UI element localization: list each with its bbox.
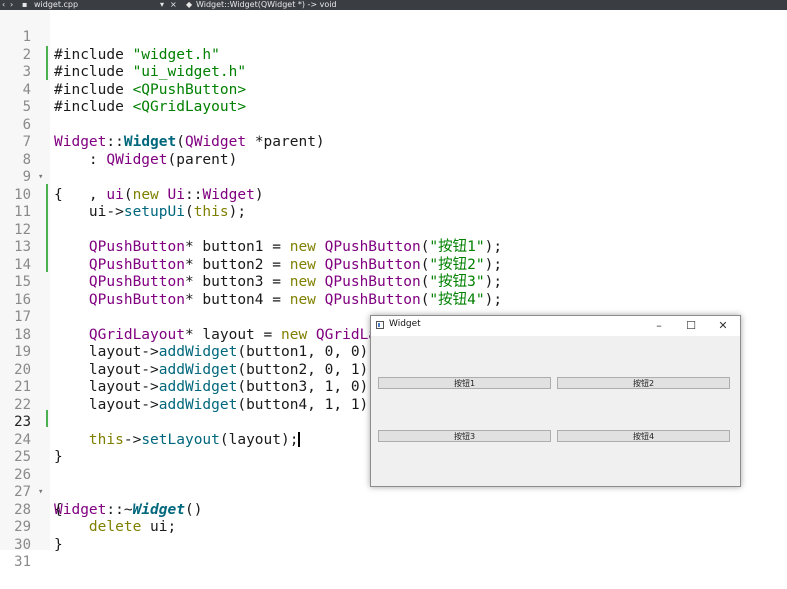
- code-line: 6 Widget::Widget(QWidget *parent): [0, 100, 787, 150]
- code-line: 9 {: [0, 152, 787, 202]
- symbol-icon: ◆: [186, 0, 193, 9]
- code-line: 8 ▾ , ui(new Ui::Widget): [0, 135, 787, 203]
- code-line: 4 #include <QGridLayout>: [0, 65, 787, 115]
- code-line: 7 : QWidget(parent): [0, 117, 787, 167]
- line-number: 31: [14, 554, 31, 571]
- app-window-icon: [376, 321, 384, 329]
- close-tab-icon[interactable]: ×: [170, 0, 177, 10]
- push-button-3[interactable]: 按钮3: [378, 430, 551, 442]
- minimize-button[interactable]: –: [651, 318, 667, 334]
- code-line: 10 ui->setupUi(this);: [0, 170, 787, 220]
- code-line: 13 QPushButton* button2 = new QPushButto…: [0, 222, 787, 272]
- maximize-button[interactable]: ☐: [683, 318, 699, 334]
- nav-back-icon[interactable]: ‹: [2, 0, 5, 10]
- code-line: 11: [0, 187, 787, 220]
- code-line: 14 QPushButton* button3 = new QPushButto…: [0, 240, 787, 290]
- code-line: 2 #include "ui_widget.h": [0, 30, 787, 80]
- code-line: 12 QPushButton* button1 = new QPushButto…: [0, 205, 787, 255]
- code-line: 1 #include "widget.h": [0, 12, 787, 62]
- code-line: 5: [0, 82, 787, 115]
- widget-window[interactable]: Widget – ☐ ✕ 按钮1 按钮2 按钮3 按钮4: [370, 315, 741, 487]
- editor-tab-bar: ‹ › ▪ widget.cpp ▾ × ◆ Widget::Widget(QW…: [0, 0, 787, 10]
- code-line: 17 QGridLayout* layout = new QGridLayout…: [0, 292, 787, 342]
- code-line: 29 }: [0, 502, 787, 552]
- code-line: 16: [0, 275, 787, 308]
- nav-forward-icon[interactable]: ›: [10, 0, 13, 10]
- code-line: 28 delete ui;: [0, 485, 787, 535]
- tab-dropdown-icon[interactable]: ▾: [160, 0, 164, 10]
- push-button-4[interactable]: 按钮4: [557, 430, 730, 442]
- code-line: 3 #include <QPushButton>: [0, 47, 787, 97]
- code-line: 30: [0, 520, 787, 553]
- code-line: 31: [0, 537, 787, 570]
- close-window-button[interactable]: ✕: [715, 318, 731, 334]
- window-titlebar[interactable]: Widget – ☐ ✕: [371, 316, 740, 336]
- symbol-selector[interactable]: Widget::Widget(QWidget *) -> void: [196, 0, 337, 10]
- push-button-1[interactable]: 按钮1: [378, 377, 551, 389]
- file-icon: ▪: [22, 0, 28, 9]
- push-button-2[interactable]: 按钮2: [557, 377, 730, 389]
- window-title: Widget: [389, 319, 421, 329]
- file-tab[interactable]: widget.cpp: [34, 0, 78, 10]
- code-line: 15 QPushButton* button4 = new QPushButto…: [0, 257, 787, 307]
